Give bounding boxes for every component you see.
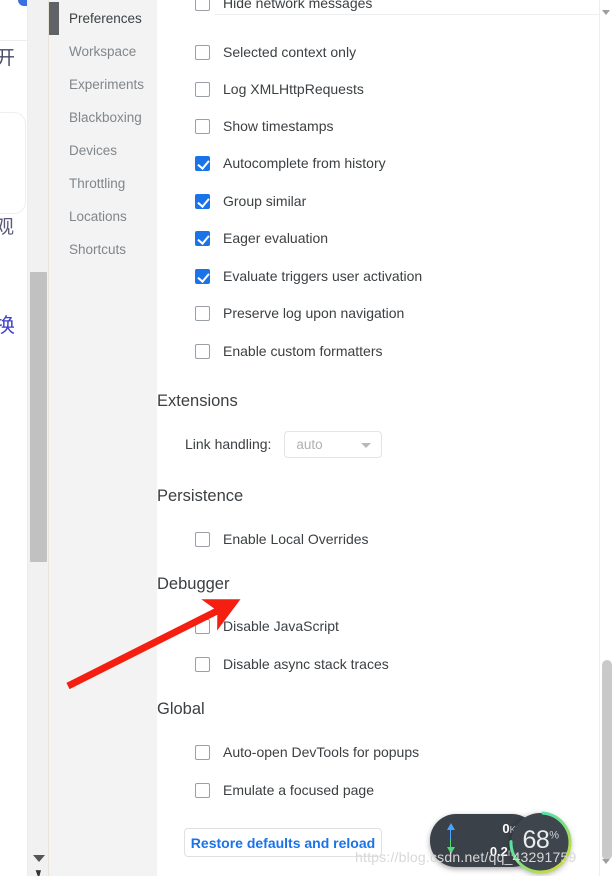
restore-defaults-and-reload-button[interactable]: Restore defaults and reload xyxy=(184,828,382,857)
checkbox-label: Hide network messages xyxy=(223,0,373,11)
section-divider xyxy=(215,14,600,15)
background-text-fragment-3: 换 xyxy=(0,313,15,337)
chevron-down-icon[interactable] xyxy=(602,10,610,15)
checkbox-enable-custom-formatters[interactable] xyxy=(195,343,210,359)
checkbox-row-auto-open-devtools-for-popups[interactable]: Auto-open DevTools for popups xyxy=(195,739,419,765)
checkbox-label: Group similar xyxy=(223,193,307,209)
checkbox-show-timestamps[interactable] xyxy=(195,118,210,134)
checkbox-label: Selected context only xyxy=(223,44,357,60)
checkbox-emulate-a-focused-page[interactable] xyxy=(195,782,210,798)
section-heading-debugger: Debugger xyxy=(157,575,230,593)
page-scrollbar-thumb[interactable] xyxy=(30,272,47,562)
sidebar-item-devices[interactable]: Devices xyxy=(49,134,157,167)
settings-scrollbar[interactable] xyxy=(599,0,613,876)
sidebar-item-label: Locations xyxy=(69,209,127,224)
checkbox-label: Show timestamps xyxy=(223,118,334,134)
checkbox-auto-open-devtools-for-popups[interactable] xyxy=(195,744,210,760)
checkbox-eager-evaluation[interactable] xyxy=(195,230,210,246)
settings-content: Hide network messages Selected context o… xyxy=(157,0,613,876)
background-text-fragment-1: 开 xyxy=(0,47,16,69)
sidebar-item-label: Workspace xyxy=(69,44,137,59)
checkbox-autocomplete-from-history[interactable] xyxy=(195,155,210,171)
checkbox-hide-network-messages[interactable] xyxy=(195,0,210,11)
checkbox-row-enable-local-overrides[interactable]: Enable Local Overrides xyxy=(195,526,369,552)
link-handling-label: Link handling: xyxy=(185,436,272,452)
checkbox-row-preserve-log-upon-navigation[interactable]: Preserve log upon navigation xyxy=(195,300,404,326)
checkbox-row-group-similar[interactable]: Group similar xyxy=(195,188,306,214)
checkbox-label: Autocomplete from history xyxy=(223,155,386,171)
sidebar-item-label: Devices xyxy=(69,143,118,158)
page-scrollbar[interactable] xyxy=(27,0,48,876)
section-heading-persistence: Persistence xyxy=(157,487,244,505)
checkbox-label: Evaluate triggers user activation xyxy=(223,268,423,284)
sidebar-item-label: Blackboxing xyxy=(69,110,142,125)
link-handling-value: auto xyxy=(296,436,323,452)
chevron-down-icon xyxy=(361,442,372,448)
background-text-fragment-2: 观 xyxy=(0,216,15,238)
sidebar-item-throttling[interactable]: Throttling xyxy=(49,167,157,200)
checkbox-evaluate-triggers-user-activation[interactable] xyxy=(195,268,210,284)
checkbox-log-xmlhttprequests[interactable] xyxy=(195,81,210,97)
checkbox-label: Auto-open DevTools for popups xyxy=(223,744,420,760)
mouse-cursor-icon xyxy=(35,868,44,876)
chevron-down-icon-bottom[interactable] xyxy=(602,859,610,864)
checkbox-row-show-timestamps[interactable]: Show timestamps xyxy=(195,113,333,139)
checkbox-label: Enable Local Overrides xyxy=(223,531,369,547)
checkbox-row-enable-custom-formatters[interactable]: Enable custom formatters xyxy=(195,338,383,364)
sidebar-item-workspace[interactable]: Workspace xyxy=(49,35,157,68)
checkbox-label: Emulate a focused page xyxy=(223,782,374,798)
checkbox-preserve-log-upon-navigation[interactable] xyxy=(195,305,210,321)
link-handling-select[interactable]: auto xyxy=(284,430,383,458)
sidebar-item-shortcuts[interactable]: Shortcuts xyxy=(49,233,157,266)
sidebar-item-label: Shortcuts xyxy=(69,242,127,257)
chevron-down-icon[interactable] xyxy=(33,855,45,862)
checkbox-row-disable-async-stack-traces[interactable]: Disable async stack traces xyxy=(195,651,389,677)
sidebar-item-blackboxing[interactable]: Blackboxing xyxy=(49,101,157,134)
section-heading-extensions: Extensions xyxy=(157,392,238,410)
devtools-settings-panel: Preferences Workspace Experiments Blackb… xyxy=(48,0,613,876)
settings-nav-list: Preferences Workspace Experiments Blackb… xyxy=(49,0,157,266)
checkbox-label: Log XMLHttpRequests xyxy=(223,81,364,97)
checkbox-row-eager-evaluation[interactable]: Eager evaluation xyxy=(195,225,328,251)
checkbox-row-emulate-a-focused-page[interactable]: Emulate a focused page xyxy=(195,777,374,803)
checkbox-group-similar[interactable] xyxy=(195,193,210,209)
checkbox-label: Preserve log upon navigation xyxy=(223,305,405,321)
checkbox-row-selected-context-only[interactable]: Selected context only xyxy=(195,39,356,65)
checkbox-label: Enable custom formatters xyxy=(223,343,383,359)
checkbox-enable-local-overrides[interactable] xyxy=(195,531,210,547)
checkbox-label: Disable JavaScript xyxy=(223,618,339,634)
sidebar-item-label: Preferences xyxy=(69,11,142,26)
checkbox-row-log-xmlhttprequests[interactable]: Log XMLHttpRequests xyxy=(195,76,364,102)
sidebar-item-preferences[interactable]: Preferences xyxy=(49,2,157,35)
background-rounded-card xyxy=(0,112,26,214)
watermark-url: https://blog.csdn.net/qq_43291759 xyxy=(355,849,577,865)
screenshot-root: 开 观 换 Preferences Workspace Experiments xyxy=(0,0,613,876)
sidebar-item-label: Experiments xyxy=(69,77,145,92)
settings-nav: Preferences Workspace Experiments Blackb… xyxy=(49,0,157,876)
sidebar-item-locations[interactable]: Locations xyxy=(49,200,157,233)
sidebar-item-label: Throttling xyxy=(69,176,126,191)
settings-scrollbar-thumb[interactable] xyxy=(602,660,612,860)
sidebar-item-experiments[interactable]: Experiments xyxy=(49,68,157,101)
checkbox-row-evaluate-triggers-user-activation[interactable]: Evaluate triggers user activation xyxy=(195,263,422,289)
checkbox-disable-javascript[interactable] xyxy=(195,618,210,634)
section-heading-global: Global xyxy=(157,700,205,718)
link-handling-row: Link handling: auto xyxy=(185,430,383,458)
checkbox-label: Disable async stack traces xyxy=(223,656,389,672)
checkbox-label: Eager evaluation xyxy=(223,230,329,246)
checkbox-disable-async-stack-traces[interactable] xyxy=(195,656,210,672)
checkbox-selected-context-only[interactable] xyxy=(195,44,210,60)
checkbox-row-disable-javascript[interactable]: Disable JavaScript xyxy=(195,613,339,639)
checkbox-row-hide-network-messages[interactable]: Hide network messages xyxy=(195,0,372,14)
checkbox-row-autocomplete-from-history[interactable]: Autocomplete from history xyxy=(195,150,386,176)
